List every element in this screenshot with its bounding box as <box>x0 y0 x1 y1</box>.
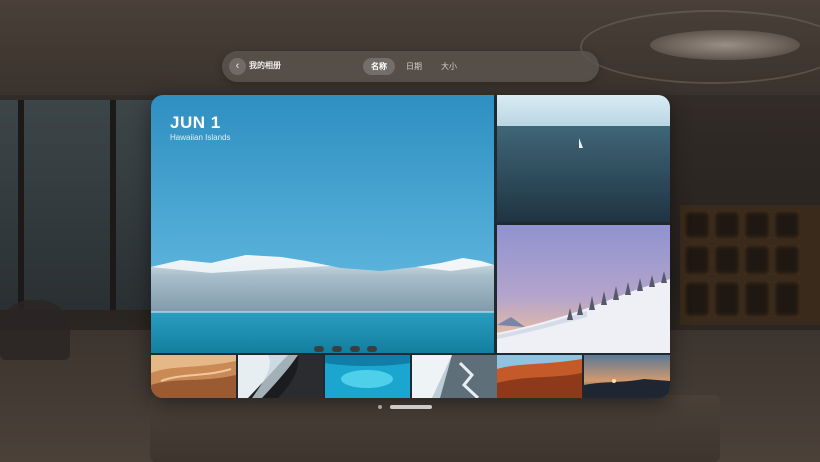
thumbnail-red-canyon[interactable] <box>497 355 582 398</box>
tab-date[interactable]: 日期 <box>398 58 430 75</box>
window-mullion <box>110 100 116 310</box>
photo-location: Hawaiian Islands <box>170 133 231 142</box>
hero-photo[interactable]: JUN 1 Hawaiian Islands <box>151 95 494 353</box>
tab-size[interactable]: 大小 <box>433 58 465 75</box>
thumbnail-blue-lagoon[interactable] <box>325 355 410 398</box>
album-toolbar: ‹ 我的相册 名称 日期 大小 <box>222 51 599 82</box>
ceiling-light <box>650 30 800 60</box>
back-button[interactable]: ‹ <box>229 58 246 75</box>
chevron-left-icon: ‹ <box>235 60 240 72</box>
tab-name[interactable]: 名称 <box>363 58 395 75</box>
window-grab-bar[interactable] <box>390 405 432 409</box>
sofa <box>150 395 720 462</box>
thumbnail-snowy-cliffs[interactable] <box>412 355 497 398</box>
window-mullion <box>18 100 24 310</box>
chair <box>0 300 70 360</box>
bookshelf <box>680 205 820 325</box>
photo-ocean-sailboat[interactable] <box>497 95 670 222</box>
thumbnail-black-sand-beach[interactable] <box>238 355 323 398</box>
thumbnail-coast-sunset[interactable] <box>584 355 670 398</box>
thumbnail-desert-dunes[interactable] <box>151 355 236 398</box>
album-title: 我的相册 <box>249 61 281 70</box>
photo-gallery: JUN 1 Hawaiian Islands <box>151 95 670 398</box>
page-indicator-dot[interactable] <box>378 405 382 409</box>
photo-snow-slope[interactable] <box>497 225 670 353</box>
photo-date-title: JUN 1 <box>170 113 221 132</box>
